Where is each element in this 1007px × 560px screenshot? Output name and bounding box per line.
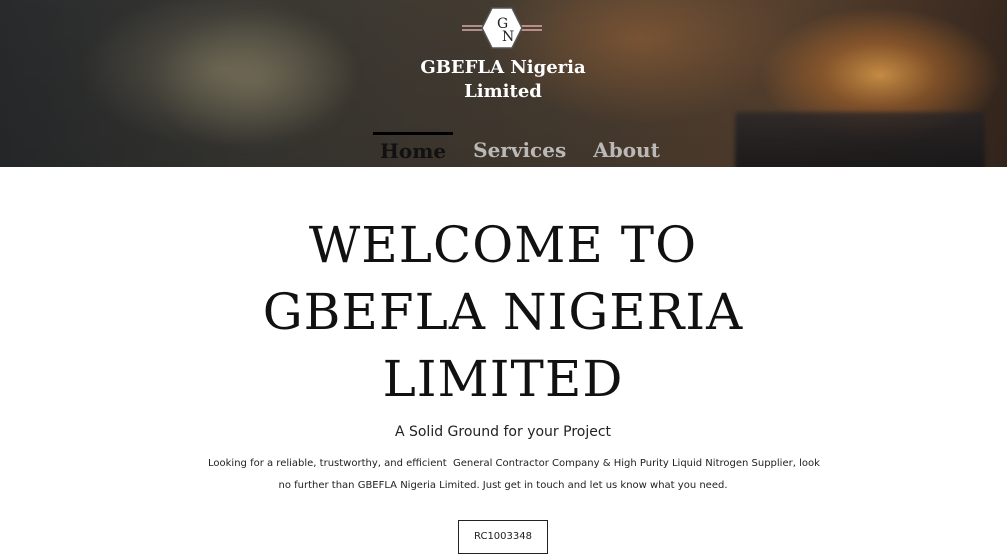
welcome-headline: WELCOME TO GBEFLA NIGERIA LIMITED [203, 212, 803, 413]
hero-banner: G N GBEFLA Nigeria Limited Home Services… [0, 0, 1007, 167]
main-nav: Home Services About [373, 132, 680, 167]
intro-line1: Looking for a reliable, trustworthy, and… [208, 458, 820, 469]
brand-name-line1: GBEFLA Nigeria [420, 57, 586, 78]
nav-item-services[interactable]: Services [466, 132, 573, 167]
intro-paragraph: Looking for a reliable, trustworthy, and… [208, 453, 820, 497]
nav-item-about[interactable]: About [586, 132, 667, 167]
headline-line1: WELCOME TO [308, 216, 698, 274]
nav-item-home[interactable]: Home [373, 132, 454, 167]
headline-line2: GBEFLA NIGERIA [262, 283, 744, 341]
registration-number-badge: RC1003348 [458, 520, 548, 554]
logo-hexagon-icon: G N [462, 7, 542, 49]
logo-letter-n: N [502, 29, 514, 45]
headline-line3: LIMITED [382, 350, 624, 408]
intro-line2: no further than GBEFLA Nigeria Limited. … [278, 480, 728, 491]
brand-name[interactable]: GBEFLA Nigeria Limited [403, 56, 603, 104]
company-logo[interactable]: G N [460, 6, 544, 50]
brand-name-line2: Limited [464, 81, 542, 102]
tagline: A Solid Ground for your Project [394, 424, 612, 440]
